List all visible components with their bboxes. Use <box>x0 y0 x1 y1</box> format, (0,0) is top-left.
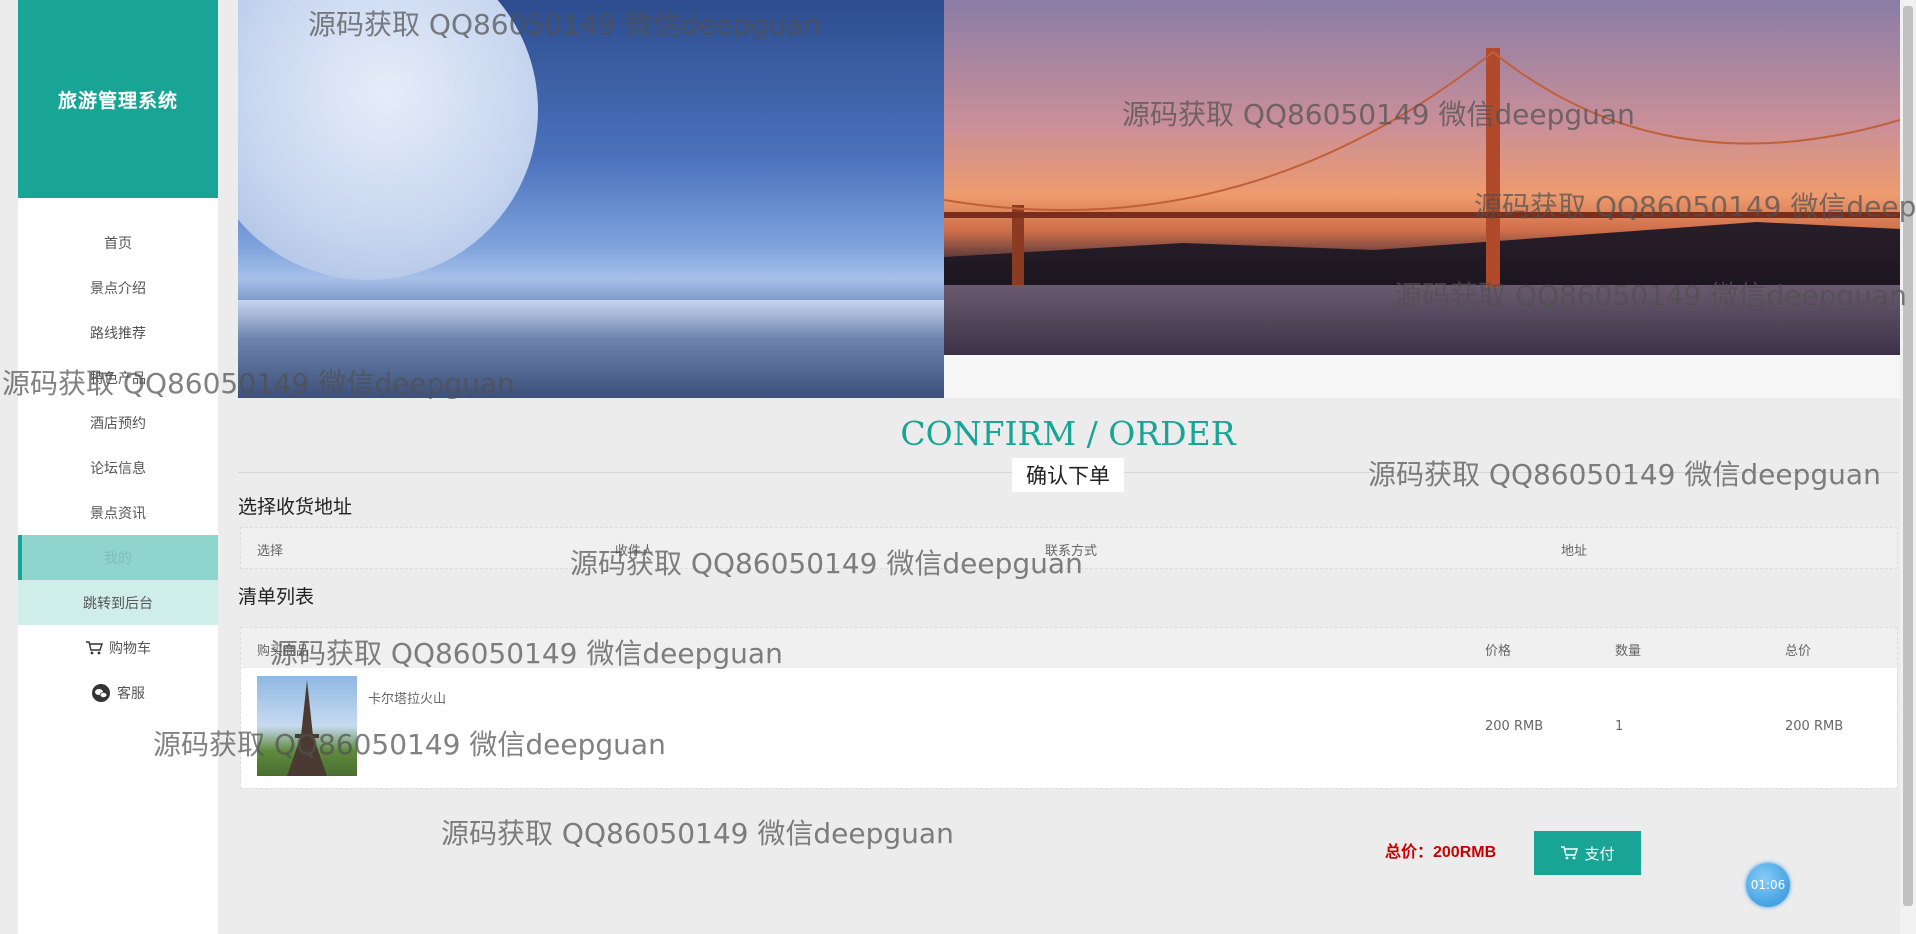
table-row: 卡尔塔拉火山 200 RMB 1 200 RMB <box>241 668 1897 788</box>
moon-banner-image <box>238 0 944 398</box>
address-col-contact: 联系方式 <box>1045 544 1098 559</box>
page-title-en: CONFIRM / ORDER <box>900 414 1236 453</box>
address-heading: 选择收货地址 <box>238 497 353 518</box>
pay-button-label: 支付 <box>1584 845 1615 863</box>
product-total: 200 RMB <box>1785 719 1844 734</box>
list-header-row: 购买商品 价格 数量 总价 <box>241 628 1897 668</box>
address-col-address: 地址 <box>1561 544 1588 559</box>
address-header-row: 选择 收件人 联系方式 地址 <box>241 528 1897 568</box>
list-col-product: 购买商品 <box>257 644 310 659</box>
banner-carousel[interactable] <box>238 0 1900 398</box>
main-content: CONFIRM / ORDER 确认下单 选择收货地址 选择 收件人 联系方式 … <box>238 0 1900 934</box>
product-thumbnail[interactable] <box>257 676 357 776</box>
bridge-banner-image <box>944 0 1900 355</box>
nav-admin[interactable]: 跳转到后台 <box>18 580 218 625</box>
chat-icon <box>91 683 111 702</box>
list-heading: 清单列表 <box>238 587 315 608</box>
nav-forum[interactable]: 论坛信息 <box>18 445 218 490</box>
page-scrollbar[interactable] <box>1900 0 1916 934</box>
order-total: 总价：200RMB <box>1385 844 1497 861</box>
pay-button[interactable]: 支付 <box>1534 831 1641 875</box>
page-title-cn: 确认下单 <box>1012 458 1124 492</box>
product-name[interactable]: 卡尔塔拉火山 <box>368 688 446 707</box>
nav-cart-label: 购物车 <box>109 640 151 657</box>
nav-service[interactable]: 客服 <box>18 670 218 715</box>
nav-attractions[interactable]: 景点介绍 <box>18 265 218 310</box>
nav-hotel[interactable]: 酒店预约 <box>18 400 218 445</box>
nav-products[interactable]: 特色产品 <box>18 355 218 400</box>
nav-cart[interactable]: 购物车 <box>18 625 218 670</box>
product-qty: 1 <box>1615 719 1624 734</box>
list-col-price: 价格 <box>1485 644 1512 659</box>
scrollbar-thumb[interactable] <box>1903 6 1913 906</box>
nav-service-label: 客服 <box>117 685 145 702</box>
address-col-select: 选择 <box>257 544 284 559</box>
list-col-total: 总价 <box>1785 644 1812 659</box>
product-price: 200 RMB <box>1485 719 1544 734</box>
brand-title: 旅游管理系统 <box>18 0 218 198</box>
nav-mine[interactable]: 我的 <box>18 535 218 580</box>
recording-timer[interactable]: 01:06 <box>1746 863 1790 907</box>
address-col-recipient: 收件人 <box>615 544 655 559</box>
address-table: 选择 收件人 联系方式 地址 <box>240 527 1898 569</box>
sidebar: 旅游管理系统 首页 景点介绍 路线推荐 特色产品 酒店预约 论坛信息 景点资讯 … <box>18 0 218 934</box>
order-list-table: 购买商品 价格 数量 总价 卡尔塔拉火山 200 RMB 1 200 RMB <box>240 627 1898 789</box>
list-col-qty: 数量 <box>1615 644 1642 659</box>
nav-routes[interactable]: 路线推荐 <box>18 310 218 355</box>
cart-icon <box>1560 845 1579 861</box>
nav-home[interactable]: 首页 <box>18 220 218 265</box>
cart-icon <box>85 640 103 656</box>
nav-news[interactable]: 景点资讯 <box>18 490 218 535</box>
